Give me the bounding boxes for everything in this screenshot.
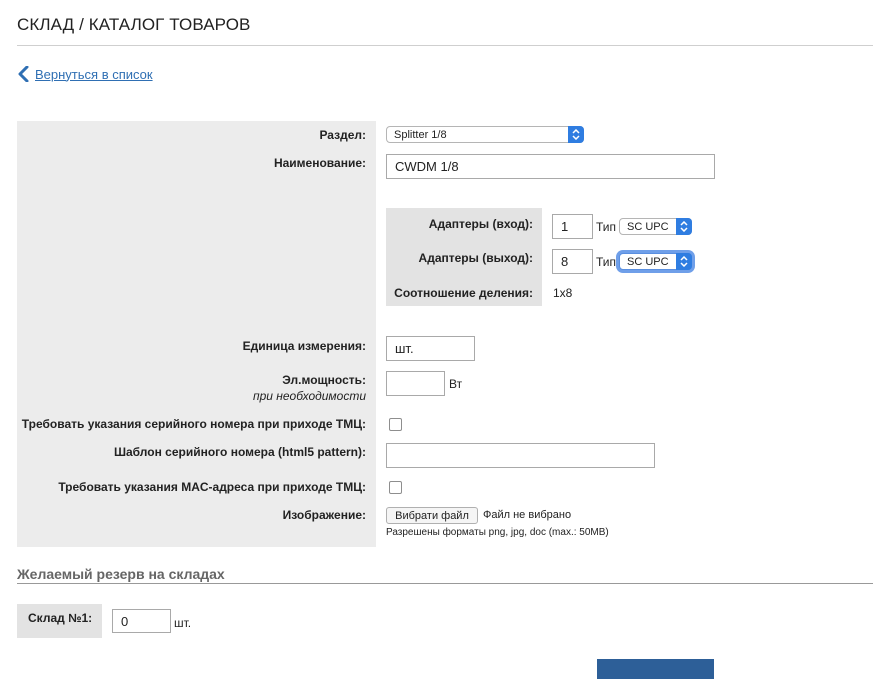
- unit-input[interactable]: шт.: [386, 336, 475, 361]
- reserve-section-title: Желаемый резерв на складах: [17, 566, 225, 582]
- select-arrows-icon: [676, 218, 692, 235]
- page-title: СКЛАД / КАТАЛОГ ТОВАРОВ: [17, 15, 251, 34]
- require-mac-label: Требовать указания MAC-адреса при приход…: [58, 480, 366, 494]
- adapters-in-type-value: SC UPC: [627, 221, 669, 233]
- stock-label: Склад №1:: [28, 611, 93, 625]
- adapters-out-type-select[interactable]: SC UPC: [619, 253, 692, 270]
- power-hint: при необходимости: [252, 389, 366, 403]
- file-status: Файл не вибрано: [483, 509, 572, 521]
- stock-reserve-input[interactable]: 0: [112, 609, 171, 633]
- ratio-value: 1x8: [553, 286, 573, 300]
- title-divider: [17, 45, 873, 46]
- adapters-in-label: Адаптеры (вход):: [428, 217, 533, 231]
- back-to-list-link[interactable]: Вернуться в список: [17, 66, 153, 82]
- require-serial-checkbox[interactable]: [389, 418, 402, 431]
- select-arrows-icon: [568, 126, 584, 143]
- image-label: Изображение:: [282, 508, 366, 522]
- chevron-left-icon: [18, 66, 29, 82]
- ratio-label: Соотношение деления:: [394, 286, 533, 300]
- serial-pattern-input[interactable]: [386, 443, 655, 468]
- section-label: Раздел:: [319, 128, 366, 142]
- adapters-out-label: Адаптеры (выход):: [418, 251, 533, 265]
- adapters-in-input[interactable]: 1: [552, 214, 593, 239]
- submit-button[interactable]: [597, 659, 714, 679]
- section-select-value: Splitter 1/8: [394, 129, 447, 141]
- adapters-out-type-label: Тип: [596, 255, 617, 269]
- adapters-out-type-value: SC UPC: [627, 256, 669, 268]
- require-serial-label: Требовать указания серийного номера при …: [21, 417, 366, 431]
- section-divider: [17, 583, 873, 584]
- adapters-out-input[interactable]: 8: [552, 249, 593, 274]
- serial-pattern-label: Шаблон серийного номера (html5 pattern):: [113, 445, 366, 459]
- adapters-in-type-select[interactable]: SC UPC: [619, 218, 692, 235]
- power-input[interactable]: [386, 371, 445, 396]
- file-format-hint: Разрешены форматы png, jpg, doc (max.: 5…: [386, 527, 609, 538]
- power-unit: Вт: [449, 377, 463, 391]
- choose-file-button[interactable]: Вибрати файл: [386, 507, 478, 524]
- stock-unit: шт.: [174, 616, 192, 630]
- name-input[interactable]: CWDM 1/8: [386, 154, 715, 179]
- section-select[interactable]: Splitter 1/8: [386, 126, 584, 143]
- name-label: Наименование:: [273, 156, 366, 170]
- back-link-label: Вернуться в список: [35, 66, 153, 82]
- require-mac-checkbox[interactable]: [389, 481, 402, 494]
- power-label: Эл.мощность:: [282, 373, 366, 387]
- unit-label: Единица измерения:: [242, 339, 366, 353]
- select-arrows-icon: [676, 253, 692, 270]
- adapters-in-type-label: Тип: [596, 220, 617, 234]
